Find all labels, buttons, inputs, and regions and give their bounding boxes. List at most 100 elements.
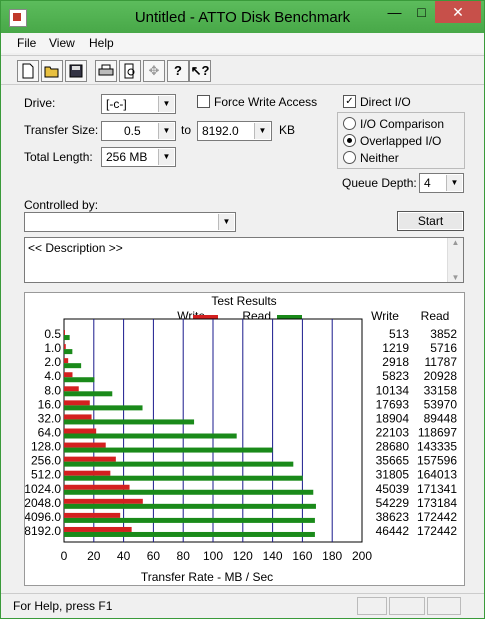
scroll-up-icon[interactable]: ▲ — [448, 238, 463, 247]
x-tick-label: 100 — [203, 549, 223, 563]
print-preview-icon[interactable] — [119, 60, 141, 82]
context-help-icon[interactable]: ↖? — [189, 60, 211, 82]
io-comparison-radio[interactable] — [343, 117, 356, 130]
chevron-down-icon: ▼ — [158, 96, 174, 112]
chevron-down-icon: ▼ — [158, 123, 174, 139]
status-bar: For Help, press F1 — [1, 593, 484, 618]
direct-io-checkbox[interactable]: ✓ — [343, 95, 356, 108]
x-tick-label: 20 — [87, 549, 101, 563]
read-value: 172442 — [417, 510, 457, 524]
results-title: Test Results — [211, 294, 276, 308]
transfer-from-value: 0.5 — [124, 124, 141, 138]
write-column-header: Write — [371, 309, 399, 323]
category-label: 16.0 — [38, 397, 62, 411]
minimize-button[interactable]: — — [381, 1, 408, 23]
read-value: 53970 — [424, 397, 458, 411]
neither-radio[interactable] — [343, 151, 356, 164]
chevron-down-icon: ▼ — [158, 149, 174, 165]
drive-label: Drive: — [24, 96, 56, 110]
description-text: << Description >> — [28, 241, 123, 255]
description-scrollbar[interactable]: ▲ ▼ — [447, 238, 463, 282]
controlled-by-select[interactable]: ▼ — [24, 212, 236, 232]
read-bar — [64, 405, 143, 411]
category-label: 1.0 — [44, 341, 61, 355]
total-length-value: 256 MB — [106, 150, 148, 164]
menu-bar: File View Help — [1, 33, 484, 53]
category-label: 4.0 — [44, 369, 61, 383]
category-label: 32.0 — [38, 411, 62, 425]
write-value: 54229 — [376, 496, 410, 510]
chevron-down-icon: ▼ — [218, 214, 234, 230]
read-value: 11787 — [425, 355, 458, 369]
write-value: 38623 — [376, 510, 410, 524]
write-value: 46442 — [376, 524, 410, 538]
category-label: 128.0 — [31, 440, 61, 454]
chevron-down-icon: ▼ — [446, 175, 462, 191]
direct-io-label: Direct I/O — [360, 95, 411, 109]
read-value: 143335 — [417, 440, 457, 454]
read-bar — [64, 489, 314, 495]
menu-view[interactable]: View — [49, 36, 75, 50]
description-textarea[interactable]: << Description >> ▲ ▼ — [24, 237, 464, 283]
read-bar — [64, 503, 316, 509]
read-column-header: Read — [421, 309, 450, 323]
write-bar — [64, 330, 65, 336]
read-bar — [64, 447, 273, 453]
drive-select[interactable]: [-c-] ▼ — [101, 94, 176, 114]
x-tick-label: 180 — [322, 549, 342, 563]
x-axis-label: Transfer Rate - MB / Sec — [141, 570, 273, 584]
write-bar — [64, 442, 106, 448]
x-tick-label: 160 — [292, 549, 312, 563]
open-icon[interactable] — [41, 60, 63, 82]
overlapped-io-radio[interactable] — [343, 134, 356, 147]
total-length-select[interactable]: 256 MB ▼ — [101, 147, 176, 167]
write-bar — [64, 372, 73, 378]
read-bar — [64, 363, 82, 369]
write-value: 18904 — [376, 411, 410, 425]
read-value: 171341 — [417, 482, 457, 496]
x-tick-label: 120 — [233, 549, 253, 563]
help-icon[interactable]: ? — [167, 60, 189, 82]
close-button[interactable]: ✕ — [435, 1, 481, 23]
transfer-to-select[interactable]: 8192.0 ▼ — [197, 121, 272, 141]
write-bar — [64, 414, 92, 420]
read-bar — [64, 433, 237, 439]
print-icon[interactable] — [95, 60, 117, 82]
overlapped-io-label: Overlapped I/O — [360, 134, 442, 148]
kb-label: KB — [279, 123, 296, 137]
scroll-down-icon[interactable]: ▼ — [448, 273, 463, 282]
write-value: 5823 — [382, 369, 409, 383]
menu-file[interactable]: File — [17, 36, 36, 50]
category-label: 0.5 — [44, 327, 61, 341]
save-icon[interactable] — [65, 60, 87, 82]
menu-help[interactable]: Help — [89, 36, 114, 50]
start-button[interactable]: Start — [397, 211, 464, 231]
x-tick-label: 60 — [147, 549, 161, 563]
transfer-size-label: Transfer Size: — [24, 123, 99, 137]
maximize-button[interactable]: □ — [408, 1, 435, 23]
status-pane — [427, 597, 461, 615]
x-tick-label: 200 — [352, 549, 372, 563]
force-write-checkbox[interactable] — [197, 95, 210, 108]
category-label: 1024.0 — [25, 482, 61, 496]
new-icon[interactable] — [17, 60, 39, 82]
plot-area: 0 20 40 60 80 100 120 140 160 180 200 0.5 513 3852 1.0… — [24, 318, 458, 563]
read-bar — [64, 419, 195, 425]
x-tick-label: 80 — [177, 549, 191, 563]
to-label: to — [181, 123, 192, 137]
queue-depth-value: 4 — [424, 176, 431, 190]
write-bar — [64, 344, 66, 350]
queue-depth-select[interactable]: 4 ▼ — [419, 173, 464, 193]
write-bar — [64, 498, 143, 504]
write-bar — [64, 386, 79, 392]
read-value: 164013 — [417, 468, 457, 482]
write-bar — [64, 456, 116, 462]
results-chart: Test Results Write Read Write Read Trans… — [24, 294, 458, 584]
move-icon[interactable]: ✥ — [143, 60, 165, 82]
transfer-from-select[interactable]: 0.5 ▼ — [101, 121, 176, 141]
read-value: 157596 — [417, 454, 457, 468]
force-write-label: Force Write Access — [214, 95, 318, 109]
neither-label: Neither — [360, 151, 399, 165]
io-comparison-label: I/O Comparison — [360, 117, 445, 131]
write-bar — [64, 526, 132, 532]
